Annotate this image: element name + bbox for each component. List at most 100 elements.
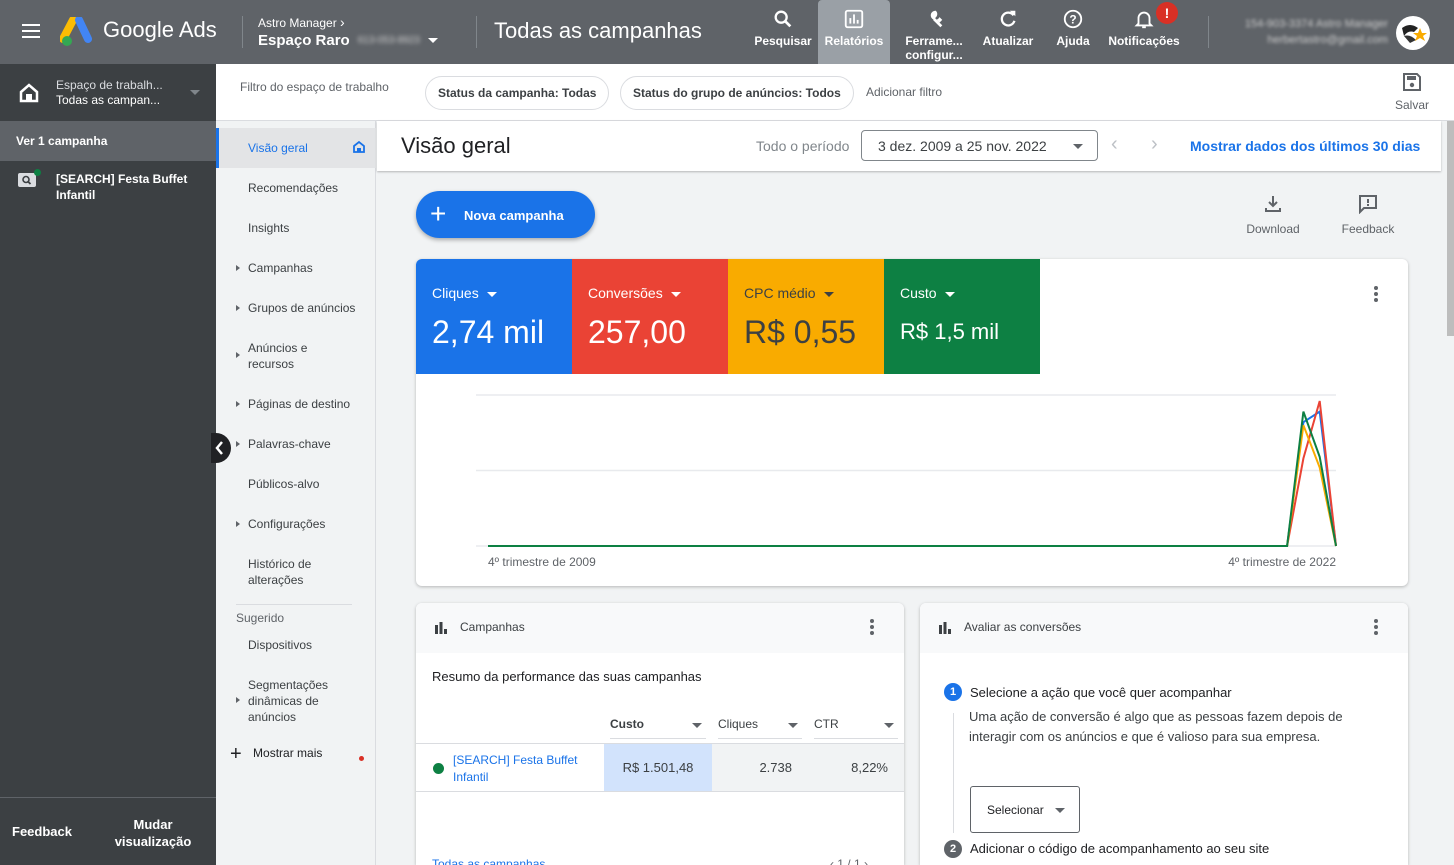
new-campaign-button[interactable]: + Nova campanha [416, 191, 595, 238]
menu-icon[interactable] [20, 20, 44, 44]
performance-chart: 4º trimestre de 2009 4º trimestre de 2022 [476, 394, 1337, 569]
chevron-down-icon [486, 291, 497, 297]
account-sidebar: Espaço de trabalh... Todas as campan... … [0, 64, 216, 865]
ctr-cell: 8,22% [851, 760, 888, 775]
view-campaigns-item[interactable]: Ver 1 campanha [0, 121, 216, 161]
all-campaigns-link[interactable]: Todas as campanhas [432, 857, 545, 865]
help-icon: ? [1063, 9, 1083, 29]
expand-icon [236, 265, 240, 271]
svg-text:?: ? [1069, 13, 1076, 27]
chevron-down-icon [190, 90, 200, 95]
feedback-icon [1359, 195, 1377, 214]
series-line-custo [488, 411, 1337, 547]
date-range-selector[interactable]: 3 dez. 2009 a 25 nov. 2022 [861, 130, 1098, 161]
next-period-button[interactable]: › [1151, 134, 1158, 154]
search-icon [774, 10, 792, 28]
feedback-button[interactable]: Feedback [1338, 194, 1398, 236]
metric-conversions[interactable]: Conversões 257,00 [572, 259, 728, 374]
card-title: Campanhas [460, 620, 525, 634]
change-view-button[interactable]: Mudar visualização [108, 816, 198, 850]
x-tick-label: 4º trimestre de 2022 [1228, 555, 1336, 569]
bar-chart-icon [435, 622, 447, 634]
download-icon [1265, 196, 1281, 212]
top-bar: Google Ads Astro Manager › Espaço Raro 6… [0, 0, 1454, 64]
metric-avg-cpc[interactable]: CPC médio R$ 0,55 [728, 259, 884, 374]
chevron-down-icon [1055, 808, 1065, 813]
feedback-button[interactable]: Feedback [12, 824, 72, 839]
new-indicator-dot [359, 756, 364, 761]
user-info[interactable]: 154-903-3374 Astro Manager herbertastro@… [1220, 16, 1388, 48]
account-selector[interactable]: Espaço Raro 613-053-8923 [258, 32, 438, 49]
notification-badge: ! [1156, 2, 1178, 24]
more-options-icon[interactable] [867, 619, 877, 639]
last-30-days-link[interactable]: Mostrar dados dos últimos 30 dias [1190, 138, 1420, 154]
step-1-description: Uma ação de conversão é algo que as pess… [969, 709, 1343, 744]
reports-button[interactable]: Relatórios [818, 0, 890, 64]
column-header-ctr[interactable]: CTR [814, 717, 898, 739]
previous-period-button[interactable]: ‹ [1111, 134, 1118, 154]
reports-icon [844, 9, 864, 29]
suggested-label: Sugerido [236, 611, 285, 625]
performance-card: Cliques 2,74 mil Conversões 257,00 CPC m… [416, 259, 1408, 586]
divider [242, 16, 243, 48]
metric-cost[interactable]: Custo R$ 1,5 mil [884, 259, 1040, 374]
card-title: Avaliar as conversões [964, 620, 1082, 634]
collapse-nav-button[interactable] [211, 433, 231, 463]
step-2-title: Adicionar o código de acompanhamento ao … [970, 841, 1270, 856]
column-header-clicks[interactable]: Cliques [718, 717, 802, 739]
divider [476, 16, 477, 48]
google-ads-logo [60, 17, 92, 46]
show-more-button[interactable]: + Mostrar mais [230, 744, 322, 764]
page-nav: Visão geral Recomendações Insights Campa… [216, 121, 376, 865]
more-options-icon[interactable] [1371, 619, 1381, 639]
campaign-status-chip[interactable]: Status da campanha: Todas [425, 76, 610, 110]
campaign-item[interactable]: [SEARCH] Festa Buffet Infantil [0, 161, 216, 207]
account-name: Espaço Raro [258, 32, 350, 49]
save-button[interactable]: Salvar [1392, 72, 1432, 112]
divider [236, 604, 352, 605]
filter-label: Filtro do espaço de trabalho [240, 80, 389, 94]
chevron-down-icon [944, 291, 955, 297]
nav-item-overview[interactable]: Visão geral [216, 128, 376, 168]
home-icon [353, 140, 365, 153]
help-button[interactable]: ? Ajuda [1038, 0, 1108, 64]
table-row: [SEARCH] Festa Buffet Infantil R$ 1.501,… [416, 743, 904, 792]
account-manager-link[interactable]: Astro Manager › [258, 14, 345, 30]
metric-clicks[interactable]: Cliques 2,74 mil [416, 259, 572, 374]
workspace-selector[interactable]: Espaço de trabalh... Todas as campan... [0, 64, 216, 121]
step-2-badge: 2 [944, 840, 962, 858]
chevron-down-icon [427, 38, 438, 43]
app-name: Google Ads [103, 17, 217, 42]
tools-settings-button[interactable]: Ferrame... configur... [890, 0, 978, 64]
chevron-left-icon [215, 441, 223, 455]
avatar[interactable] [1396, 16, 1430, 50]
refresh-button[interactable]: Atualizar [978, 0, 1038, 64]
expand-icon [236, 352, 240, 358]
campaigns-card: Campanhas Resumo da performance das suas… [416, 603, 904, 865]
overview-header: Visão geral Todo o período 3 dez. 2009 a… [377, 121, 1441, 171]
adgroup-status-chip[interactable]: Status do grupo de anúncios: Todos [620, 76, 854, 110]
more-options-icon[interactable] [1371, 286, 1381, 306]
add-filter-button[interactable]: Adicionar filtro [866, 85, 942, 99]
campaign-link[interactable]: [SEARCH] Festa Buffet Infantil [453, 752, 593, 786]
search-campaign-icon [18, 173, 36, 187]
sort-icon [692, 723, 702, 728]
cost-cell: R$ 1.501,48 [604, 744, 712, 791]
step-1-title: Selecione a ação que você quer acompanha… [970, 685, 1232, 700]
series-line-cpc-m-dio [488, 424, 1337, 547]
select-conversion-action-button[interactable]: Selecionar [970, 786, 1080, 833]
divider [1208, 16, 1209, 48]
scrollbar-thumb[interactable] [1447, 121, 1454, 336]
column-header-cost[interactable]: Custo [610, 717, 706, 739]
expand-icon [236, 305, 240, 311]
avatar-image [1402, 25, 1427, 43]
search-button[interactable]: Pesquisar [748, 0, 818, 64]
download-button[interactable]: Download [1242, 194, 1304, 236]
status-dot [34, 169, 41, 176]
sort-icon [884, 723, 894, 728]
pagination[interactable]: ‹ 1 / 1 › [830, 857, 868, 865]
period-label: Todo o período [756, 138, 850, 154]
page-title: Todas as campanhas [494, 18, 702, 43]
plus-icon: + [430, 198, 447, 229]
chevron-down-icon [1073, 144, 1083, 149]
